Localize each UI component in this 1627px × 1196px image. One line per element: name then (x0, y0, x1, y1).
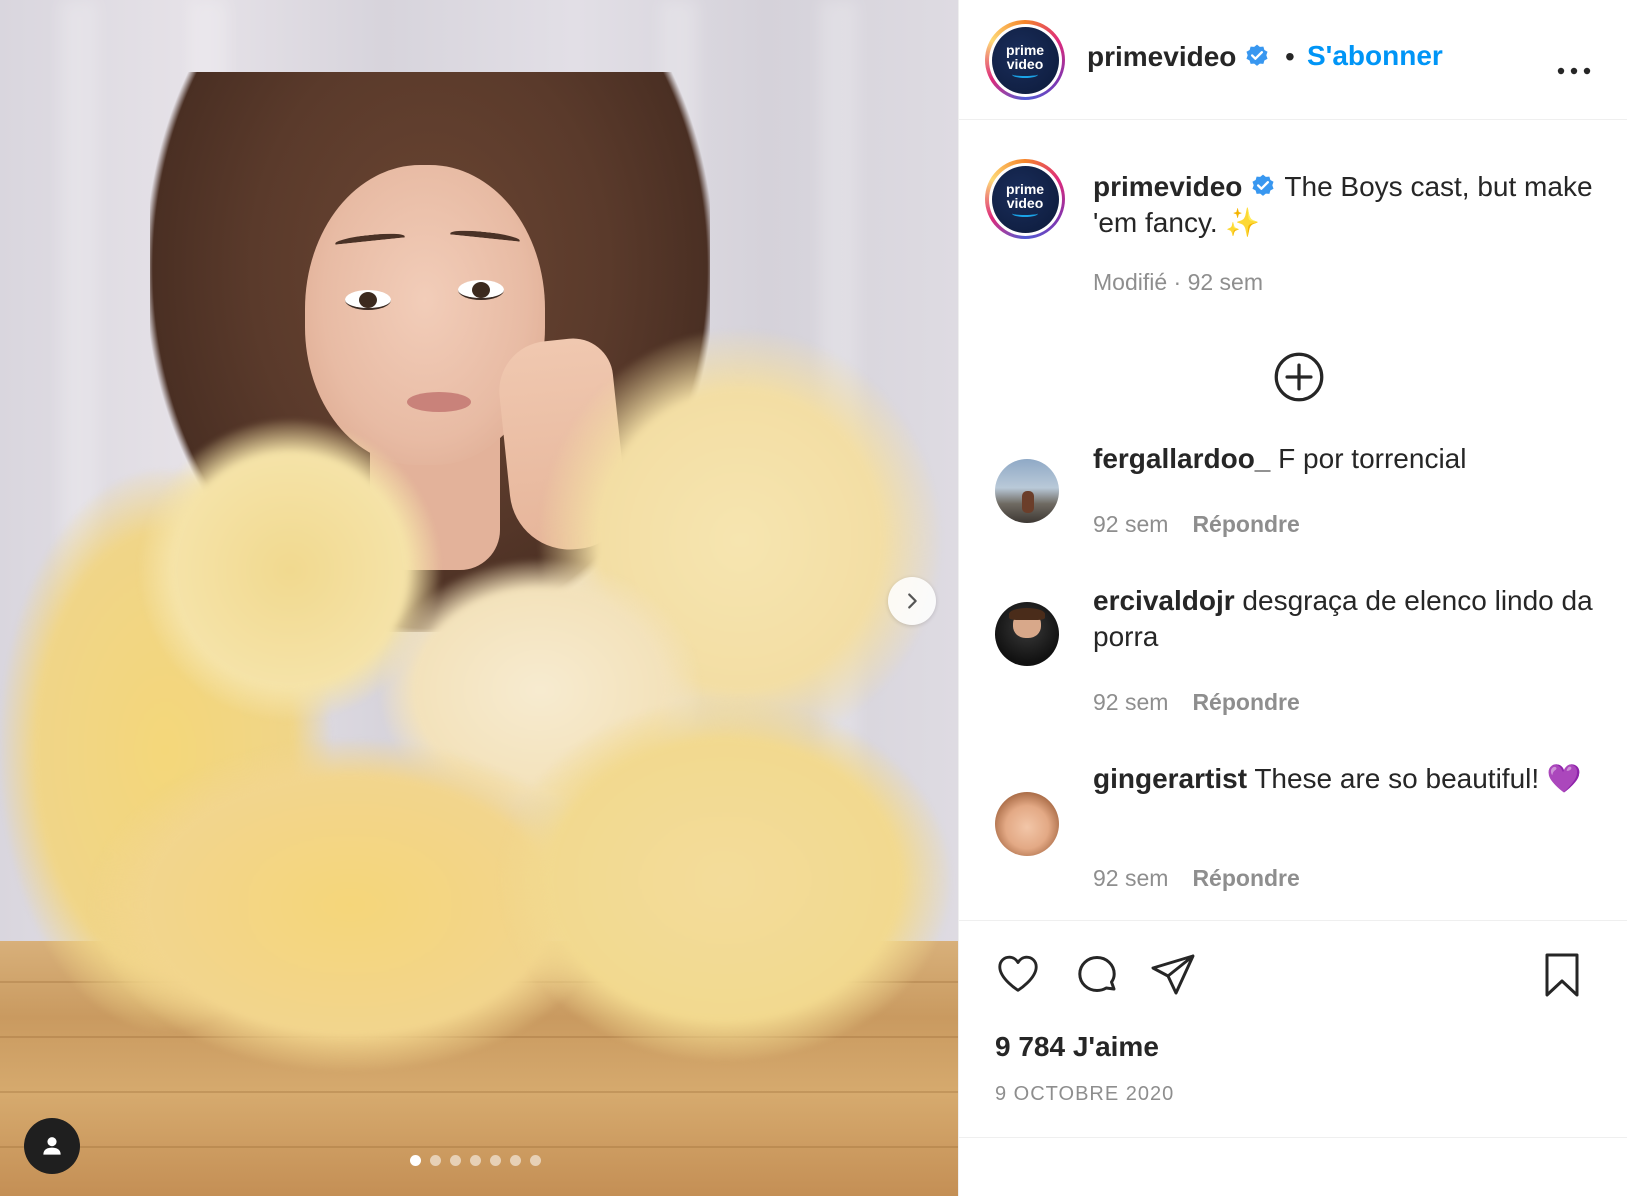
comment-avatar[interactable] (995, 602, 1059, 666)
carousel-dot (470, 1155, 481, 1166)
follow-button[interactable]: S'abonner (1307, 40, 1443, 72)
more-options-button[interactable] (1557, 46, 1591, 85)
caption-text: primevideo The Boys cast, but make 'em f… (1093, 171, 1593, 238)
comments-list[interactable]: prime video primevideo The Boys cast, bu… (959, 121, 1627, 919)
comment-meta: 92 sem Répondre (1093, 689, 1300, 715)
lips (407, 392, 471, 412)
reply-button[interactable]: Répondre (1192, 689, 1299, 715)
chevron-right-icon (908, 593, 917, 609)
post-actions: 9 784 J'aime 9 OCTOBRE 2020 (959, 920, 1627, 1136)
comment-meta: 92 sem Répondre (1093, 865, 1300, 891)
like-heart-icon[interactable] (993, 951, 1043, 997)
plus-circle-icon (1274, 352, 1324, 402)
carousel-dot (410, 1155, 421, 1166)
caption-username[interactable]: primevideo (1093, 171, 1242, 202)
comment-username[interactable]: gingerartist (1093, 763, 1247, 794)
carousel-dot (490, 1155, 501, 1166)
comment-avatar[interactable] (995, 459, 1059, 523)
prime-video-logo: prime video (991, 26, 1059, 94)
share-paper-plane-icon[interactable] (1149, 951, 1197, 999)
comment-avatar[interactable] (995, 792, 1059, 856)
comment-text: fergallardoo_ F por torrencial (1093, 443, 1467, 474)
header-separator: • (1285, 41, 1295, 72)
verified-badge-icon (1252, 174, 1274, 196)
comment-text: ercivaldojr desgraça de elenco lindo da … (1093, 585, 1593, 652)
likes-count[interactable]: 9 784 J'aime (995, 1031, 1159, 1063)
comment-text: gingerartist These are so beautiful! 💜 (1093, 763, 1582, 794)
next-image-button[interactable] (888, 577, 936, 625)
post-date: 9 OCTOBRE 2020 (995, 1083, 1175, 1105)
post-photo[interactable] (0, 0, 958, 1196)
carousel-dot (450, 1155, 461, 1166)
comment-bubble-icon[interactable] (1073, 951, 1121, 999)
header-avatar[interactable]: prime video (985, 20, 1065, 100)
comment-username[interactable]: fergallardoo_ (1093, 443, 1270, 474)
post-sidebar: prime video primevideo • S'abonner prime… (958, 0, 1627, 1196)
comment-username[interactable]: ercivaldojr (1093, 585, 1235, 616)
comment-meta: 92 sem Répondre (1093, 511, 1300, 537)
save-bookmark-icon[interactable] (1541, 951, 1583, 999)
header-username[interactable]: primevideo (1087, 41, 1270, 73)
reply-button[interactable]: Répondre (1192, 511, 1299, 537)
carousel-dot (430, 1155, 441, 1166)
user-icon (43, 1137, 61, 1155)
verified-badge-icon (1246, 44, 1268, 66)
load-more-comments-button[interactable] (1273, 351, 1325, 408)
carousel-dot (530, 1155, 541, 1166)
comment-input-area (959, 1137, 1627, 1196)
carousel-dot (510, 1155, 521, 1166)
carousel-indicator (410, 1155, 541, 1166)
reply-button[interactable]: Répondre (1192, 865, 1299, 891)
more-dots-icon (1557, 67, 1591, 75)
caption-avatar[interactable]: prime video (985, 159, 1065, 239)
tagged-users-button[interactable] (24, 1118, 80, 1174)
prime-video-logo: prime video (991, 165, 1059, 233)
caption-meta: Modifié · 92 sem (1093, 269, 1264, 295)
post-header: prime video primevideo • S'abonner (959, 0, 1627, 120)
